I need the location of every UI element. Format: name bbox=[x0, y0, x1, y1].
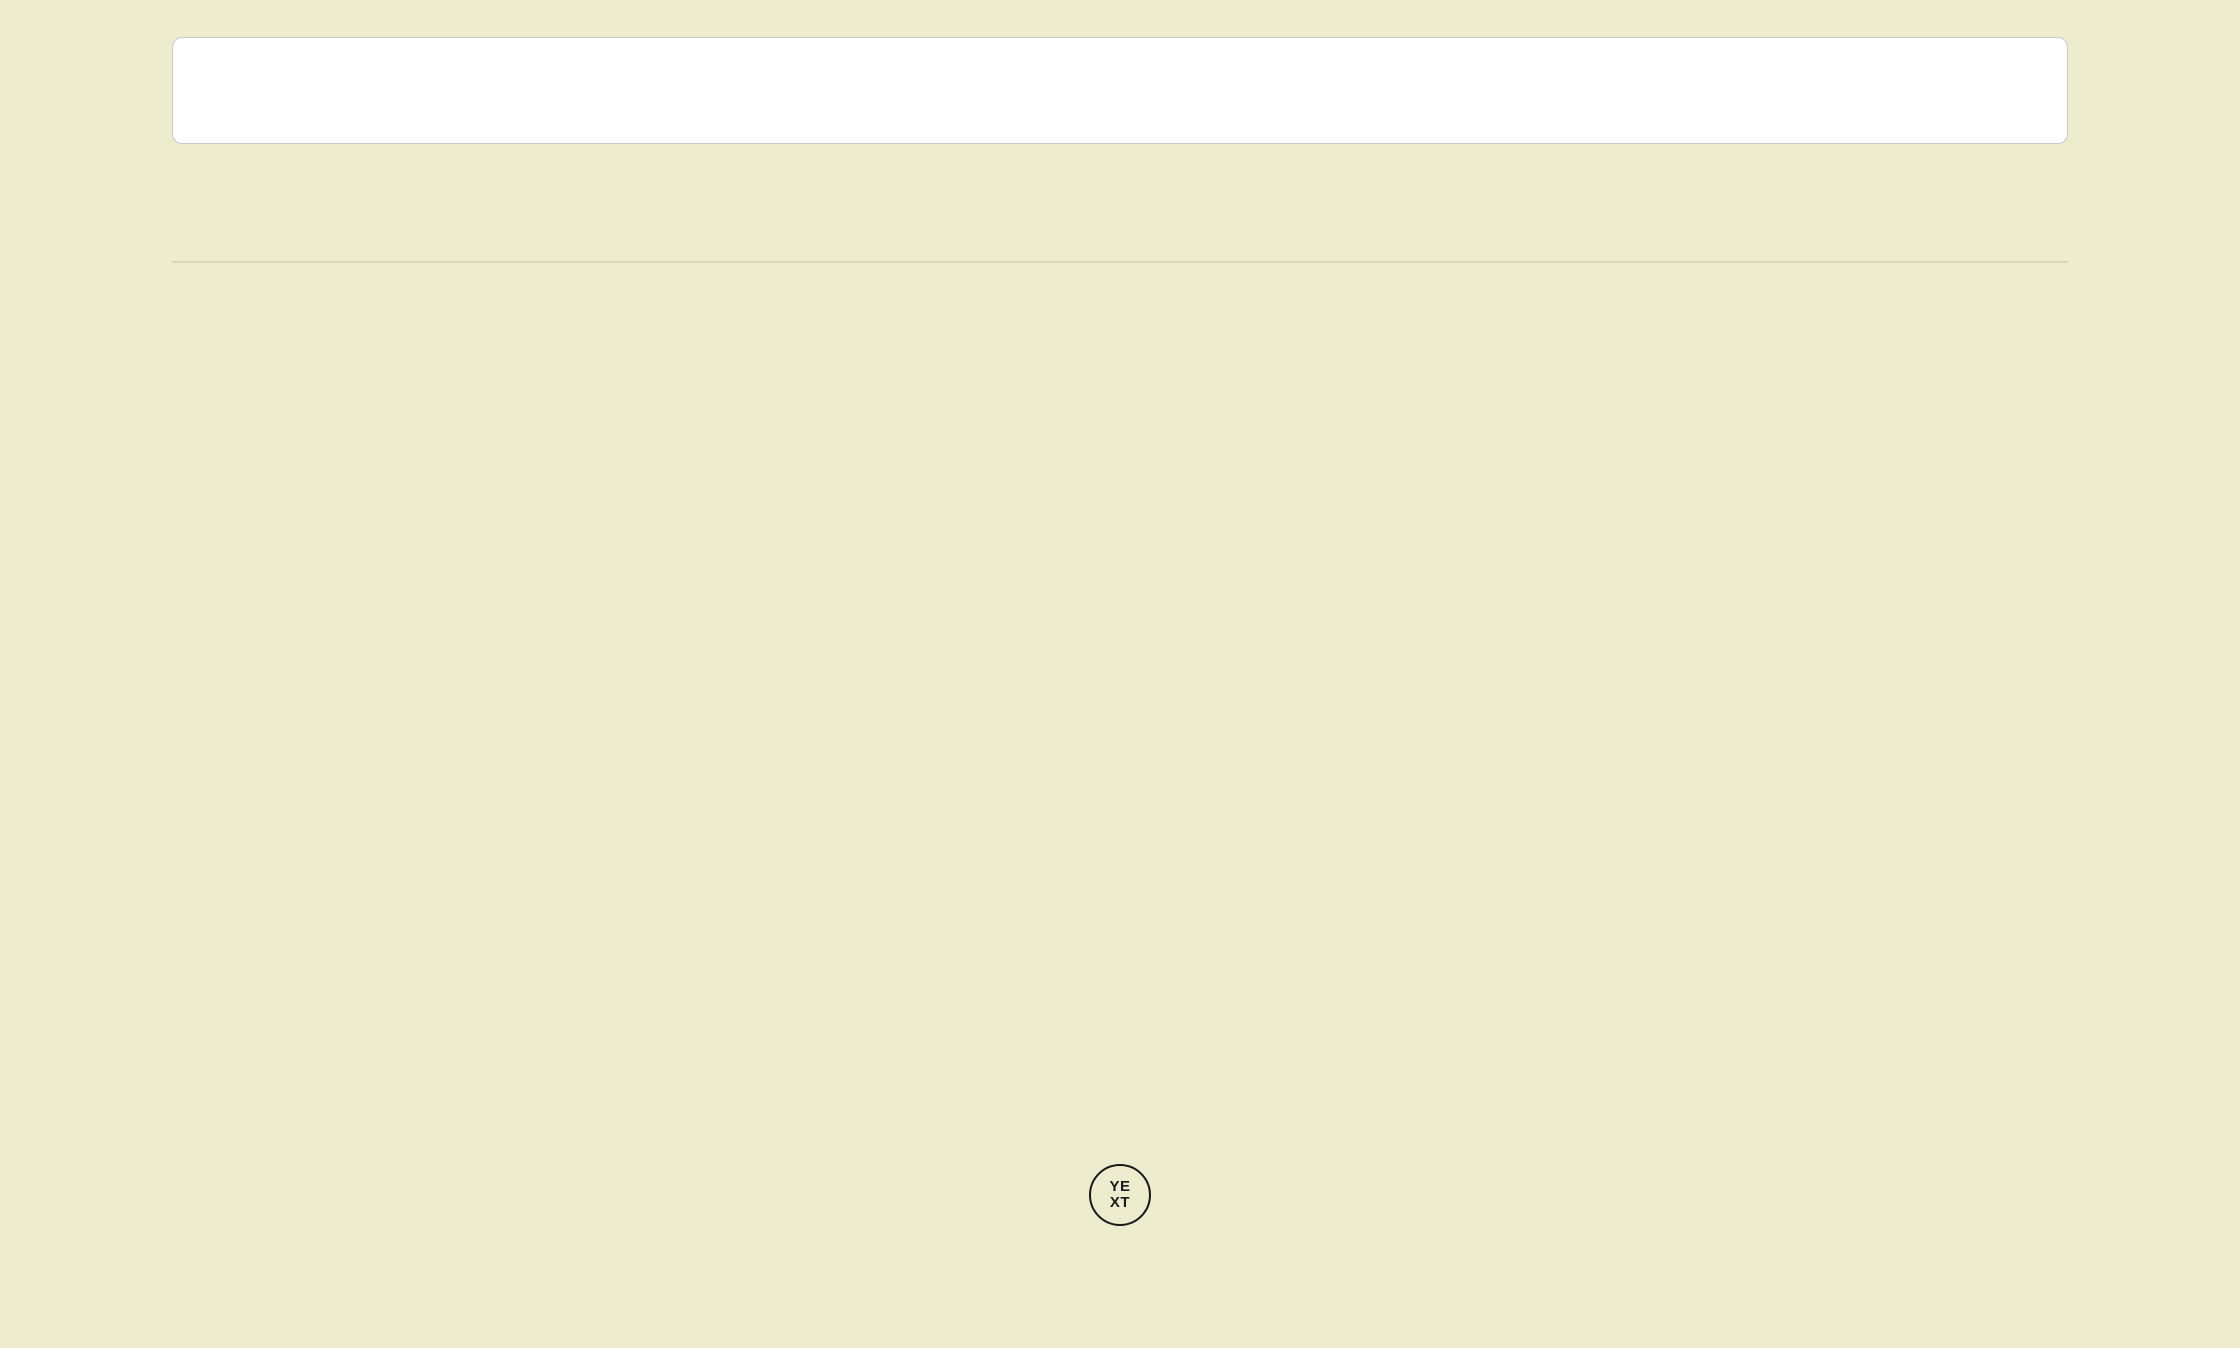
yext-line-2: XT bbox=[1109, 1195, 1130, 1211]
yext-line-1: YE bbox=[1109, 1179, 1130, 1195]
search-container bbox=[172, 0, 2068, 144]
search-input[interactable] bbox=[172, 37, 2068, 144]
yext-logo-text: YE XT bbox=[1109, 1179, 1130, 1211]
yext-logo[interactable]: YE XT bbox=[1089, 1164, 1151, 1226]
divider bbox=[172, 261, 2068, 263]
logo-section: YE XT bbox=[1089, 1164, 1151, 1226]
page-container bbox=[0, 0, 2240, 263]
